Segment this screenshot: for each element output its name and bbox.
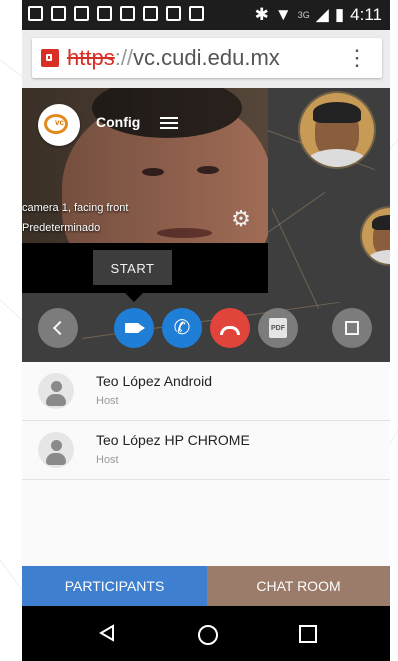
config-footer: START xyxy=(22,243,268,293)
status-right: ✱ ▼ 3G ◢ ▮ 4:11 xyxy=(255,5,382,25)
participant-name: Teo López Android xyxy=(96,373,212,389)
participant-role: Host xyxy=(96,454,119,466)
fullscreen-icon xyxy=(345,321,359,335)
sync-icon xyxy=(143,6,158,21)
url-field[interactable]: https://vc.cudi.edu.mx ⋮ xyxy=(32,38,382,78)
mail-icon xyxy=(74,6,89,21)
notification-icons xyxy=(28,6,204,21)
browser-menu-icon[interactable]: ⋮ xyxy=(346,47,368,69)
gear-icon[interactable]: ⚙ xyxy=(230,208,252,230)
video-area: vc Config camera 1, facing front Predete… xyxy=(22,88,390,362)
pdf-button[interactable]: PDF xyxy=(258,308,298,348)
message-icon xyxy=(51,6,66,21)
fullscreen-button[interactable] xyxy=(332,308,372,348)
network-type: 3G xyxy=(297,10,310,20)
call-controls: ✆ PDF xyxy=(22,308,390,352)
avatar xyxy=(38,373,74,409)
config-title: Config xyxy=(96,114,141,130)
phone-screen: ✱ ▼ 3G ◢ ▮ 4:11 https://vc.cudi.edu.mx ⋮ xyxy=(22,0,390,661)
start-button[interactable]: START xyxy=(93,250,172,285)
hang-up-icon xyxy=(220,325,240,335)
participant-role: Host xyxy=(96,395,119,407)
nav-back-icon[interactable] xyxy=(98,624,116,642)
config-pointer xyxy=(125,293,143,302)
wifi-icon: ▼ xyxy=(274,5,292,24)
bottom-tabs: PARTICIPANTS CHAT ROOM xyxy=(22,566,390,606)
battery-icon: ▮ xyxy=(334,5,345,24)
video-camera-icon xyxy=(125,323,145,333)
browser-address-bar: https://vc.cudi.edu.mx ⋮ xyxy=(22,30,390,88)
calendar-icon xyxy=(28,6,43,21)
url-scheme: https xyxy=(67,45,115,70)
status-bar: ✱ ▼ 3G ◢ ▮ 4:11 xyxy=(22,0,390,30)
gallery-icon xyxy=(166,6,181,21)
microphone-label: Predeterminado xyxy=(22,222,101,234)
video-message-icon xyxy=(97,6,112,21)
participant-row[interactable]: Teo López Android Host xyxy=(22,362,390,421)
android-nav-bar xyxy=(22,606,390,661)
back-button[interactable] xyxy=(38,308,78,348)
network-line xyxy=(271,208,319,309)
camera-label: camera 1, facing front xyxy=(22,202,129,214)
insecure-lock-icon[interactable] xyxy=(41,49,59,67)
bluetooth-icon: ✱ xyxy=(254,5,269,24)
bag-icon xyxy=(189,6,204,21)
image-icon xyxy=(120,6,135,21)
participant-thumbnail[interactable] xyxy=(362,208,390,264)
participant-name: Teo López HP CHROME xyxy=(96,432,250,448)
cudi-logo: vc xyxy=(38,104,80,146)
participant-thumbnail[interactable] xyxy=(300,93,374,167)
pdf-icon: PDF xyxy=(269,318,287,338)
tab-participants[interactable]: PARTICIPANTS xyxy=(22,566,207,606)
tab-chat-room[interactable]: CHAT ROOM xyxy=(207,566,390,606)
nav-home-icon[interactable] xyxy=(198,625,218,645)
nav-recents-icon[interactable] xyxy=(299,625,317,643)
call-button[interactable]: ✆ xyxy=(162,308,202,348)
participant-list: Teo López Android Host Teo López HP CHRO… xyxy=(22,362,390,480)
clock: 4:11 xyxy=(350,5,382,24)
hang-up-button[interactable] xyxy=(210,308,250,348)
url-text[interactable]: https://vc.cudi.edu.mx xyxy=(67,45,280,71)
url-host: vc.cudi.edu.mx xyxy=(133,45,280,70)
phone-icon: ✆ xyxy=(173,317,191,339)
hamburger-icon[interactable] xyxy=(160,117,178,129)
signal-icon: ◢ xyxy=(315,5,329,24)
config-panel: vc Config camera 1, facing front Predete… xyxy=(22,88,268,293)
chevron-left-icon xyxy=(52,320,68,336)
avatar xyxy=(38,432,74,468)
video-button[interactable] xyxy=(114,308,154,348)
participant-row[interactable]: Teo López HP CHROME Host xyxy=(22,421,390,480)
url-separator: :// xyxy=(114,45,134,70)
